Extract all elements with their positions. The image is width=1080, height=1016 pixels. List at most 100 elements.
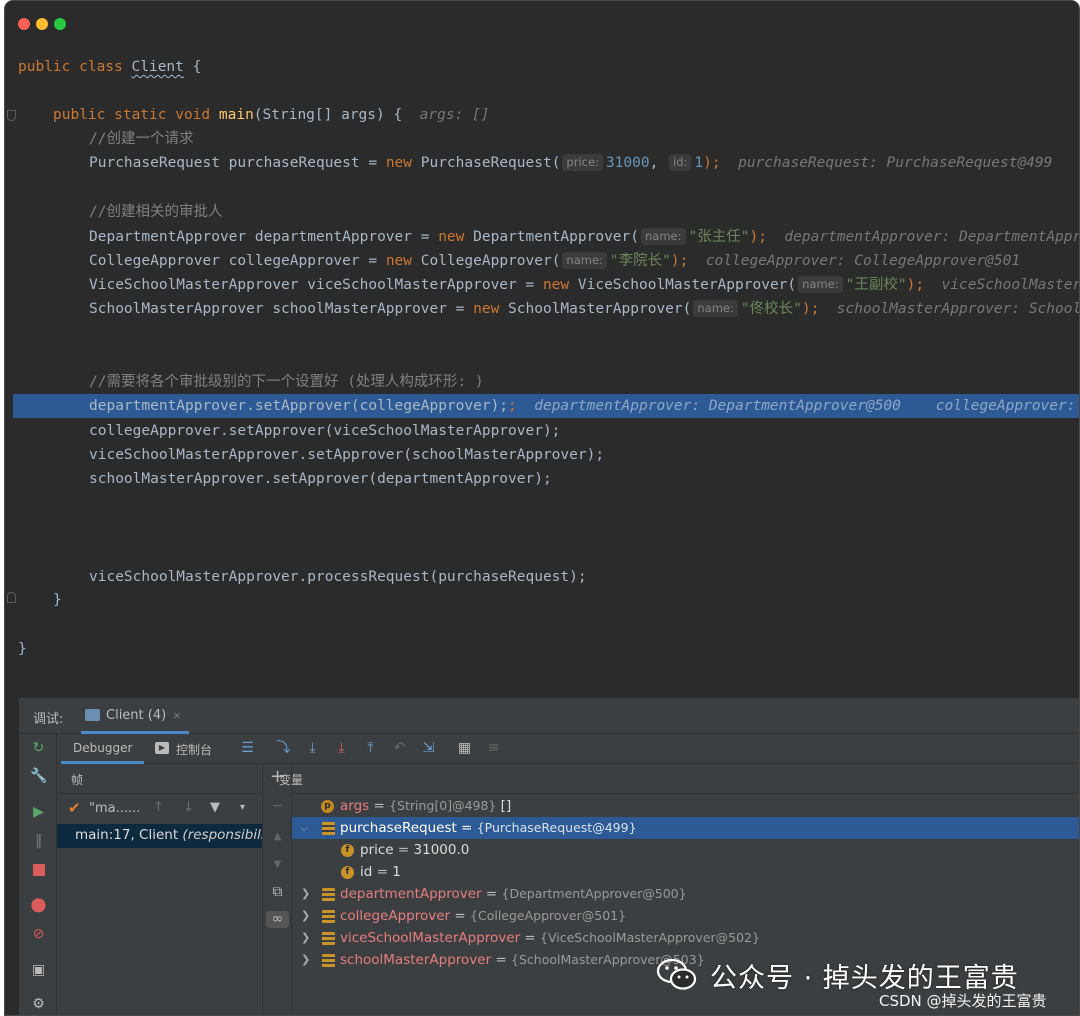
field-icon: f xyxy=(341,844,354,857)
debug-toolbar: Debugger ▶ 控制台 ☰ ⤵ ⤓ ⤓ ⤒ ↶ ⇲ ▦ ≡ xyxy=(57,734,1079,764)
tab-debugger[interactable]: Debugger xyxy=(61,734,145,764)
check-icon: ✔ xyxy=(68,799,81,817)
camera-icon[interactable]: ▣ xyxy=(30,962,47,979)
field-icon: f xyxy=(341,866,354,879)
gear-icon[interactable]: ⚙ xyxy=(30,996,47,1013)
code-editor[interactable]: public class Client { public static void… xyxy=(5,47,1079,697)
object-icon xyxy=(322,932,335,945)
chevron-right-icon[interactable]: ❯ xyxy=(301,927,313,949)
minimize-window-button[interactable] xyxy=(36,18,48,30)
code-comment: //需要将各个审批级别的下一个设置好 (处理人构成环形: ) xyxy=(89,374,484,390)
inline-debug-hint: purchaseRequest: PurchaseRequest@499 xyxy=(738,155,1053,171)
code-line-college-approver: CollegeApprover collegeApprover = new Co… xyxy=(89,252,1021,269)
breakpoints-icon[interactable]: ⬤ xyxy=(30,897,47,914)
param-hint: id: xyxy=(669,154,692,171)
variables-header: 变量 xyxy=(279,764,1079,794)
rerun-icon[interactable]: ↻ xyxy=(30,740,47,757)
object-icon xyxy=(322,910,335,923)
closing-brace-class: } xyxy=(18,641,27,657)
code-line-vice-school-master-approver: ViceSchoolMasterApprover viceSchoolMaste… xyxy=(89,273,1079,297)
code-comment: //创建一个请求 xyxy=(89,131,194,147)
object-icon xyxy=(322,954,335,967)
thread-selector[interactable]: ✔ "ma...... ↑ ↓ ▼ ▾ xyxy=(57,794,262,824)
resume-icon[interactable]: ▶ xyxy=(30,804,47,821)
stack-frame-item[interactable]: main:17, Client (responsibility xyxy=(57,824,262,848)
frames-panel: 帧 ✔ "ma...... ↑ ↓ ▼ ▾ main:17, Client (r… xyxy=(57,764,263,1015)
menu-icon[interactable]: ☰ xyxy=(239,740,256,757)
closing-brace-method: } xyxy=(53,592,62,608)
variable-row[interactable]: p args = {String[0]@498} [] xyxy=(292,795,1079,817)
watermark-csdn: CSDN @掉头发的王富贵 xyxy=(879,992,1047,1010)
close-tab-icon[interactable]: × xyxy=(172,709,181,722)
variables-toolbar: + − ▲ ▼ ⧉ ∞ xyxy=(263,764,292,1015)
drop-frame-icon[interactable]: ↶ xyxy=(391,740,408,757)
code-comment: //创建相关的审批人 xyxy=(89,204,223,220)
parameter-icon: p xyxy=(321,800,334,813)
settings-wrench-icon[interactable]: 🔧 xyxy=(30,768,47,785)
step-out-icon[interactable]: ⤒ xyxy=(362,740,379,757)
thread-name: "ma...... xyxy=(89,801,141,816)
run-to-cursor-icon[interactable]: ⇲ xyxy=(420,740,437,757)
variable-row[interactable]: ❯ viceSchoolMasterApprover = {ViceSchool… xyxy=(292,927,1079,949)
chevron-right-icon[interactable]: ❯ xyxy=(301,883,313,905)
trace-icon[interactable]: ≡ xyxy=(485,740,502,757)
param-hint: price: xyxy=(562,154,603,171)
up-arrow-icon[interactable]: ↑ xyxy=(153,800,164,815)
filter-icon[interactable]: ▼ xyxy=(210,800,220,815)
code-line-purchase-request: PurchaseRequest purchaseRequest = new Pu… xyxy=(89,154,1053,171)
object-icon xyxy=(322,888,335,901)
ide-window: public class Client { public static void… xyxy=(4,0,1080,1016)
code-line-department-approver: DepartmentApprover departmentApprover = … xyxy=(89,225,1079,249)
debug-label: 调试: xyxy=(33,712,64,727)
param-hint: name: xyxy=(798,276,843,293)
param-hint: name: xyxy=(641,228,686,245)
close-window-button[interactable] xyxy=(18,18,30,30)
chevron-right-icon[interactable]: ❯ xyxy=(301,949,313,971)
chevron-down-icon[interactable]: ⌵ xyxy=(300,817,312,839)
title-bar xyxy=(5,1,1079,47)
variable-row-field[interactable]: f id = 1 xyxy=(292,861,1079,883)
evaluate-icon[interactable]: ▦ xyxy=(456,740,473,757)
wechat-logo-icon xyxy=(656,958,697,990)
inline-debug-hint: viceSchoolMasterApprover: ViceSchoolMast… xyxy=(941,277,1079,293)
variable-row[interactable]: ❯ collegeApprover = {CollegeApprover@501… xyxy=(292,905,1079,927)
remove-watch-icon[interactable]: − xyxy=(269,798,286,815)
object-icon xyxy=(322,822,335,835)
fold-marker-icon[interactable] xyxy=(7,592,16,603)
param-hint: name: xyxy=(693,300,738,317)
force-step-into-icon[interactable]: ⤓ xyxy=(333,740,350,757)
copy-icon[interactable]: ⧉ xyxy=(269,884,286,901)
inline-debug-hint: collegeApprover: CollegeApprover@501 xyxy=(705,253,1021,269)
variable-row-selected[interactable]: ⌵ purchaseRequest = {PurchaseRequest@499… xyxy=(292,817,1079,839)
variable-row-field[interactable]: f price = 31000.0 xyxy=(292,839,1079,861)
down-arrow-icon[interactable]: ↓ xyxy=(183,800,194,815)
fold-marker-icon[interactable] xyxy=(7,110,16,121)
pause-icon[interactable]: ‖ xyxy=(30,833,47,850)
frames-header: 帧 xyxy=(57,764,262,794)
current-execution-line: departmentApprover.setApprover(collegeAp… xyxy=(13,394,1079,418)
variable-row[interactable]: ❯ departmentApprover = {DepartmentApprov… xyxy=(292,883,1079,905)
code-line-process-request: viceSchoolMasterApprover.processRequest(… xyxy=(89,569,587,585)
code-line-set-approver: viceSchoolMasterApprover.setApprover(sch… xyxy=(89,447,605,463)
inline-debug-hint: departmentApprover: DepartmentApprover@5… xyxy=(534,398,1076,414)
code-line-set-approver: schoolMasterApprover.setApprover(departm… xyxy=(89,471,552,487)
stop-icon[interactable] xyxy=(30,862,47,879)
maximize-window-button[interactable] xyxy=(54,18,66,30)
step-into-icon[interactable]: ⤓ xyxy=(304,740,321,757)
tab-client-session[interactable]: Client (4) × xyxy=(81,698,190,734)
debug-tab-strip: 调试: Client (4) × xyxy=(19,698,1079,734)
console-icon: ▶ xyxy=(155,742,169,754)
session-icon xyxy=(85,709,100,721)
tab-console[interactable]: ▶ 控制台 xyxy=(155,741,212,758)
code-line-school-master-approver: SchoolMasterApprover schoolMasterApprove… xyxy=(89,297,1079,321)
inline-debug-hint: args: [] xyxy=(419,107,490,123)
chevron-down-icon[interactable]: ▾ xyxy=(240,802,245,813)
mute-breakpoints-icon[interactable]: ⊘ xyxy=(30,926,47,943)
code-line-main: public static void main(String[] args) {… xyxy=(53,107,490,123)
move-down-icon[interactable]: ▼ xyxy=(269,856,286,873)
chevron-right-icon[interactable]: ❯ xyxy=(301,905,313,927)
glasses-icon[interactable]: ∞ xyxy=(266,911,289,928)
code-line-1: public class Client { xyxy=(18,59,202,75)
move-up-icon[interactable]: ▲ xyxy=(269,828,286,845)
step-over-icon[interactable]: ⤵ xyxy=(275,740,292,757)
